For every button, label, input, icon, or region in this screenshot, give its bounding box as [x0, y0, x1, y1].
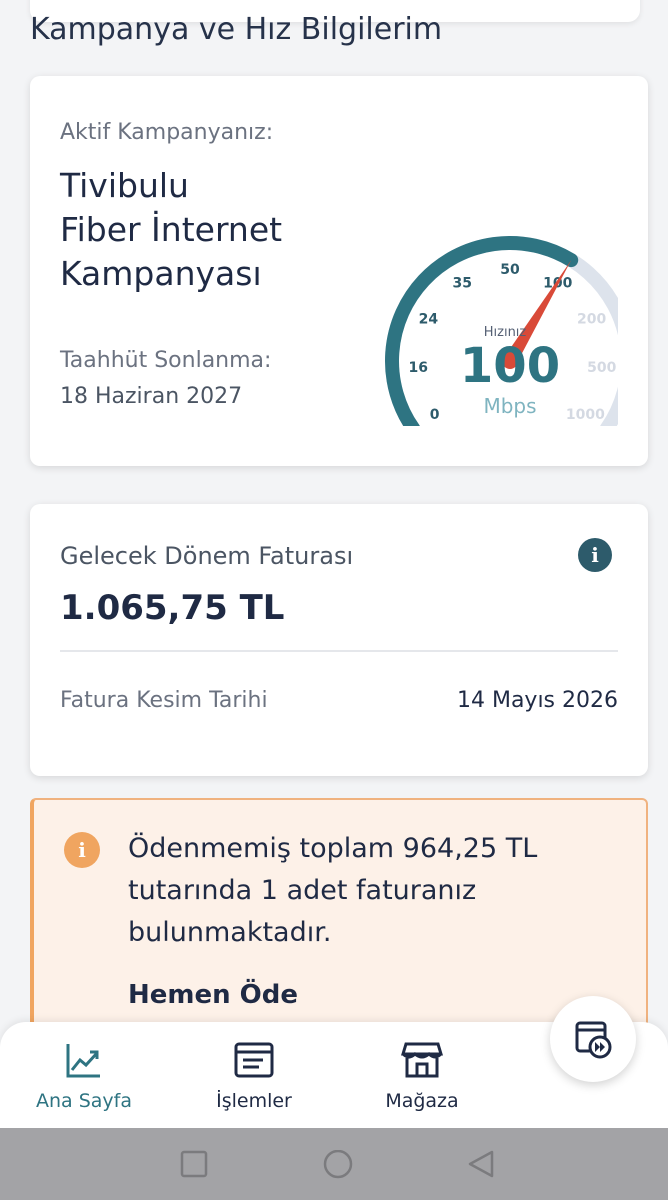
campaign-card: Aktif Kampanyanız: Tivibulu Fiber İntern…	[30, 76, 648, 466]
home-circle-icon[interactable]	[322, 1150, 354, 1182]
gauge-tick-label: 16	[408, 360, 427, 376]
list-doc-icon	[234, 1042, 274, 1078]
bill-date-label: Fatura Kesim Tarihi	[60, 688, 268, 713]
next-bill-amount: 1.065,75 TL	[60, 588, 285, 628]
gauge-tick-label: 0	[430, 407, 440, 423]
chart-trend-icon	[66, 1044, 100, 1078]
fast-forward-doc-icon	[575, 1021, 612, 1059]
gauge-tick-label: 24	[419, 312, 439, 328]
campaign-name-line: Fiber İnternet	[60, 210, 283, 249]
nav-item-home[interactable]: Ana Sayfa	[14, 1040, 154, 1112]
nav-item-store[interactable]: Mağaza	[352, 1040, 492, 1112]
quick-action-button[interactable]	[550, 996, 636, 1082]
pay-now-link[interactable]: Hemen Öde	[128, 980, 298, 1010]
nav-item-operations[interactable]: İşlemler	[184, 1040, 324, 1112]
campaign-name-line: Kampanyası	[60, 254, 262, 293]
speed-unit: Mbps	[483, 394, 537, 418]
nav-label-home: Ana Sayfa	[35, 1090, 132, 1112]
active-campaign-label: Aktif Kampanyanız:	[60, 120, 274, 145]
commitment-label: Taahhüt Sonlanma:	[60, 348, 272, 373]
campaign-name: Tivibulu Fiber İnternet Kampanyası	[60, 164, 340, 296]
next-bill-label: Gelecek Dönem Faturası	[60, 542, 354, 570]
nav-label-store: Mağaza	[385, 1090, 459, 1112]
store-icon	[401, 1042, 443, 1078]
gauge-tick-label: 1000	[566, 407, 605, 423]
alert-text: Ödenmemiş toplam 964,25 TL tutarında 1 a…	[128, 833, 538, 948]
campaign-name-line: Tivibulu	[60, 166, 189, 205]
speed-value: 100	[459, 338, 561, 394]
unpaid-bill-alert: i Ödenmemiş toplam 964,25 TL tutarında 1…	[30, 798, 648, 1048]
info-icon[interactable]: i	[578, 538, 612, 572]
warning-info-icon: i	[64, 832, 100, 868]
gauge-tick-label: 50	[500, 262, 520, 278]
gauge-tick-label: 35	[453, 275, 472, 291]
nav-label-operations: İşlemler	[216, 1090, 292, 1112]
gauge-tick-label: 200	[577, 312, 606, 328]
section-title: Kampanya ve Hız Bilgilerim	[30, 12, 443, 47]
back-triangle-icon[interactable]	[466, 1150, 496, 1180]
divider	[60, 650, 618, 652]
commitment-date: 18 Haziran 2027	[60, 384, 243, 409]
recent-apps-icon[interactable]	[180, 1150, 208, 1178]
bill-date-value: 14 Mayıs 2026	[456, 688, 618, 713]
next-bill-card: Gelecek Dönem Faturası 1.065,75 TL i Fat…	[30, 504, 648, 776]
system-nav-bar	[0, 1128, 668, 1200]
